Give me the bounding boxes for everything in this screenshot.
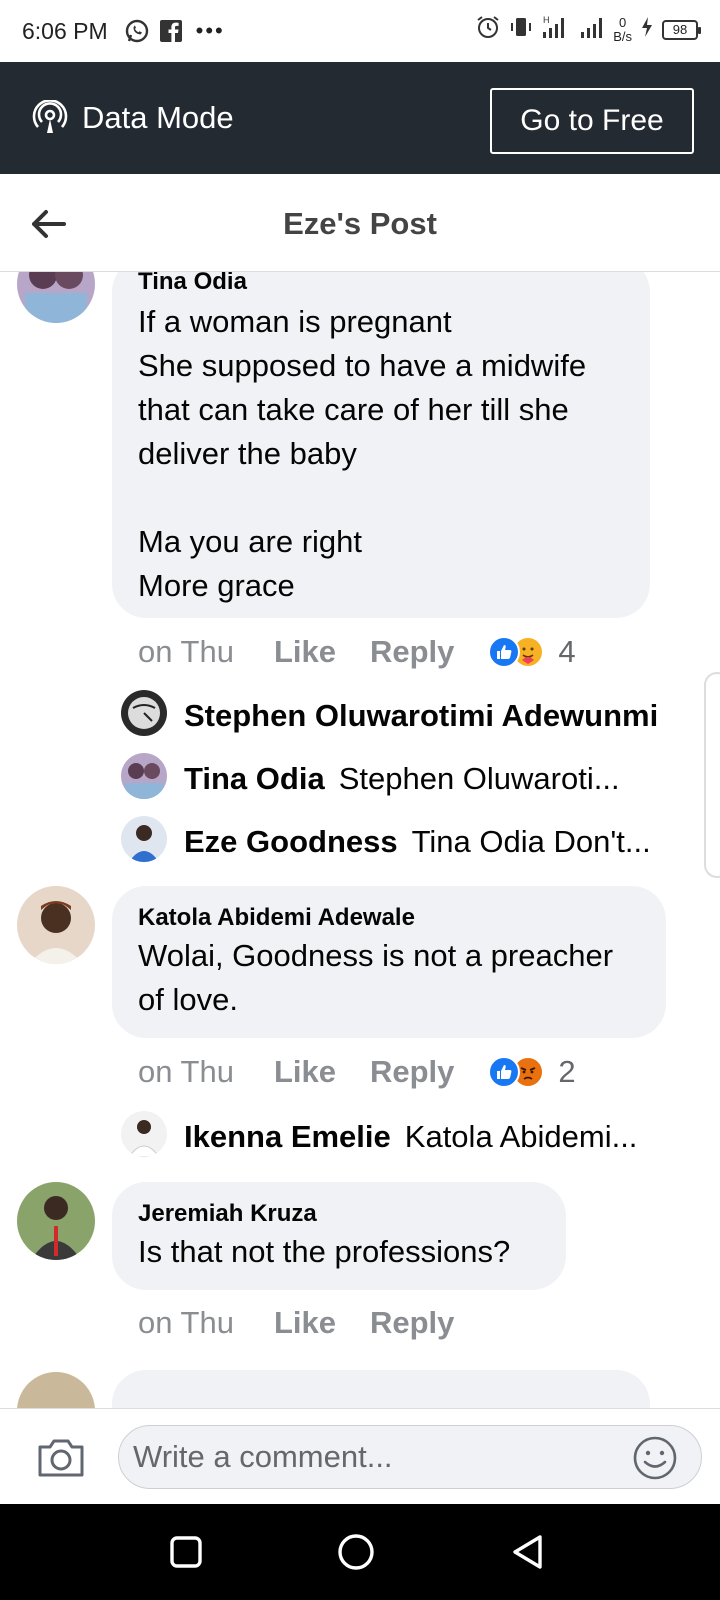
system-nav-bar (0, 1504, 720, 1600)
circle-icon (338, 1534, 374, 1570)
comment-time[interactable]: on Thu (138, 1054, 234, 1090)
smiley-icon (633, 1436, 677, 1480)
svg-text:H: H (543, 15, 550, 25)
comment-input[interactable] (118, 1425, 702, 1489)
avatar[interactable] (17, 272, 95, 323)
reply-author[interactable]: Ikenna Emelie (184, 1119, 391, 1155)
reaction-count: 4 (558, 634, 576, 669)
reply-text: Stephen Oluwaroti... (338, 761, 620, 796)
go-to-free-button[interactable]: Go to Free (490, 88, 694, 154)
scroll-edge-indicator (704, 672, 720, 878)
podcast-signal-icon (32, 100, 68, 133)
like-button[interactable]: Like (274, 634, 336, 670)
battery-indicator: 98 (662, 20, 701, 40)
camera-icon (38, 1439, 84, 1477)
reply-text: Katola Abidemi... (404, 1119, 638, 1154)
avatar[interactable] (121, 753, 167, 799)
reactions-summary[interactable]: 4 (488, 634, 576, 670)
signal-icon (579, 14, 605, 46)
more-notifications-icon: ••• (195, 18, 225, 43)
avatar[interactable] (121, 1111, 167, 1157)
comment-actions: on Thu Like Reply (138, 1305, 488, 1341)
camera-button[interactable] (36, 1435, 86, 1484)
reply-author[interactable]: Tina Odia (184, 761, 325, 797)
alarm-icon (475, 14, 501, 46)
avatar[interactable] (17, 1182, 95, 1260)
reactions-summary[interactable]: 2 (488, 1054, 576, 1090)
facebook-icon (158, 18, 184, 44)
avatar[interactable] (121, 816, 167, 862)
network-speed: 0 B/s (613, 16, 632, 44)
avatar[interactable] (17, 1372, 95, 1408)
reply-button[interactable]: Reply (370, 1054, 454, 1090)
emoji-button[interactable] (632, 1435, 678, 1486)
square-icon (170, 1536, 202, 1568)
comment-time[interactable]: on Thu (138, 634, 234, 670)
comment-text: Wolai, Goodness is not a preacher of lov… (138, 938, 614, 1017)
recent-apps-button[interactable] (166, 1532, 206, 1572)
status-right-group: H 0 B/s 98 (475, 14, 701, 46)
comment-time[interactable]: on Thu (138, 1305, 234, 1341)
reply-text: Tina Odia Don't... (411, 824, 651, 859)
signal-h-icon: H (541, 14, 571, 46)
comment-bubble[interactable] (112, 1370, 650, 1408)
vibrate-icon (509, 14, 533, 46)
post-header: Eze's Post (0, 174, 720, 272)
comment-author[interactable]: Katola Abidemi Adewale (138, 904, 640, 932)
avatar[interactable] (17, 886, 95, 964)
net-speed-value: 0 (618, 15, 627, 30)
whatsapp-icon (124, 18, 150, 44)
comment-bubble[interactable]: Tina Odia If a woman is pregnant She sup… (112, 272, 650, 618)
comment-actions: on Thu Like Reply 4 (138, 634, 576, 670)
reaction-count: 2 (558, 1054, 576, 1089)
comments-list[interactable]: Tina Odia If a woman is pregnant She sup… (0, 272, 720, 1408)
like-button[interactable]: Like (274, 1054, 336, 1090)
reply-preview[interactable]: Eze Goodness Tina Odia Don't... (184, 824, 651, 860)
comment-bubble[interactable]: Jeremiah Kruza Is that not the professio… (112, 1182, 566, 1290)
home-button[interactable] (336, 1532, 376, 1572)
reply-button[interactable]: Reply (370, 1305, 454, 1341)
charging-icon (640, 16, 654, 44)
data-mode-label: Data Mode (82, 100, 234, 135)
reply-preview[interactable]: Tina Odia Stephen Oluwaroti... (184, 761, 620, 797)
status-bar: 6:06 PM ••• H 0 B/s 98 (0, 0, 720, 62)
comment-bubble[interactable]: Katola Abidemi Adewale Wolai, Goodness i… (112, 886, 666, 1038)
comment-text: If a woman is pregnant She supposed to h… (138, 304, 587, 603)
comment-composer (0, 1408, 720, 1504)
comment-author[interactable]: Tina Odia (138, 272, 624, 296)
data-mode-bar: Data Mode Go to Free (0, 62, 720, 174)
comment-actions: on Thu Like Reply 2 (138, 1054, 576, 1090)
data-mode-label-group: Data Mode (32, 100, 234, 136)
reply-author[interactable]: Stephen Oluwarotimi Adewunmi (184, 698, 658, 734)
reply-preview[interactable]: Stephen Oluwarotimi Adewunmi (184, 698, 672, 734)
reply-button[interactable]: Reply (370, 634, 454, 670)
status-time: 6:06 PM (22, 17, 108, 44)
comment-author[interactable]: Jeremiah Kruza (138, 1200, 540, 1228)
reply-author[interactable]: Eze Goodness (184, 824, 398, 860)
reply-preview[interactable]: Ikenna Emelie Katola Abidemi... (184, 1119, 637, 1155)
triangle-back-icon (513, 1535, 542, 1569)
comment-text: Is that not the professions? (138, 1234, 511, 1269)
nav-back-button[interactable] (508, 1532, 548, 1572)
net-speed-unit: B/s (613, 29, 632, 44)
like-button[interactable]: Like (274, 1305, 336, 1341)
avatar[interactable] (121, 690, 167, 736)
page-title: Eze's Post (283, 206, 437, 241)
